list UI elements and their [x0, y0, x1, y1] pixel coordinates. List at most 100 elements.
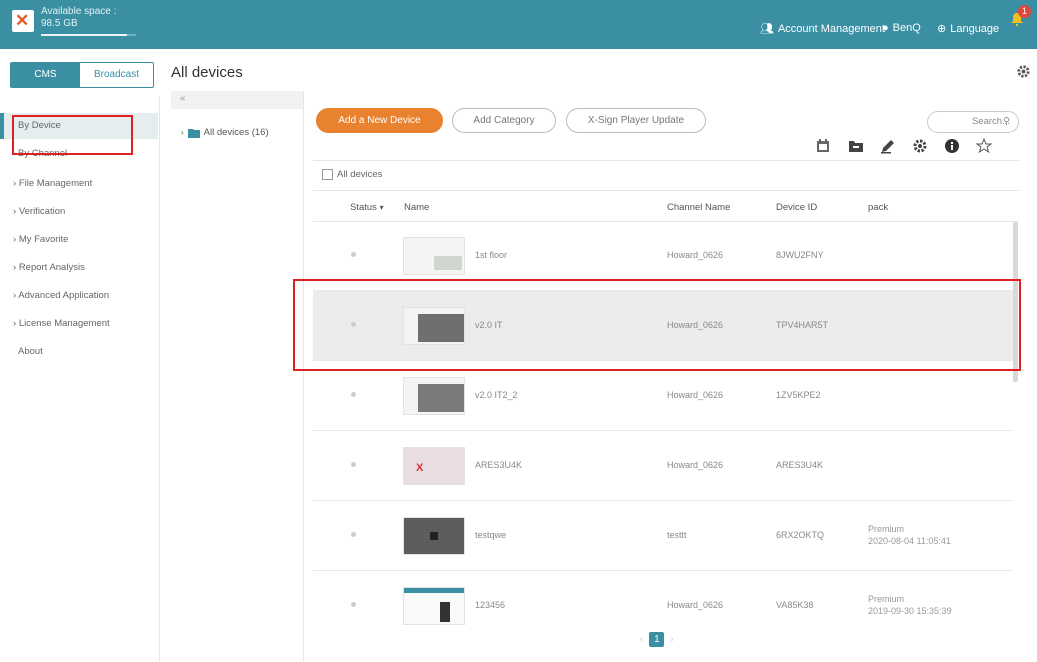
- pack-date: 2019-09-30 15:35:39: [868, 606, 952, 616]
- sidebar-item-label: Advanced Application: [18, 290, 110, 301]
- expand-arrow-icon[interactable]: ›: [181, 128, 184, 137]
- highlight-box-selected-row: [293, 279, 1021, 371]
- status-indicator: [351, 392, 356, 397]
- folder-icon: [187, 128, 200, 138]
- device-name[interactable]: 1st floor: [475, 250, 507, 260]
- channel-name: testtt: [667, 530, 687, 540]
- sidebar-item-license-management[interactable]: › License Management: [13, 318, 110, 329]
- channel-name: Howard_0626: [667, 250, 724, 260]
- search-input[interactable]: Search... ⚲: [927, 111, 1019, 133]
- toolbar-divider: [313, 160, 1019, 161]
- sidebar-item-verification[interactable]: › Verification: [13, 206, 65, 217]
- column-header-channel[interactable]: Channel Name: [667, 202, 730, 213]
- language-label: Language: [950, 22, 1000, 35]
- table-row[interactable]: X ARES3U4K Howard_0626 ARES3U4K: [313, 431, 1013, 501]
- device-id: 8JWU2FNY: [776, 250, 824, 260]
- edit-pencil-icon[interactable]: [880, 138, 896, 154]
- device-name[interactable]: v2.0 IT2_2: [475, 390, 518, 400]
- table-row[interactable]: testqwe testtt 6RX2OKTQ Premium 2020-08-0…: [313, 501, 1013, 571]
- sidebar-item-report-analysis[interactable]: › Report Analysis: [13, 262, 85, 273]
- column-header-status[interactable]: Status ▾: [350, 202, 384, 213]
- pack-info: Premium 2020-08-04 11:05:41: [868, 523, 951, 547]
- user-menu[interactable]: ● BenQ: [882, 22, 921, 34]
- settings-gear-icon[interactable]: [1016, 64, 1031, 79]
- sidebar-item-label: Report Analysis: [18, 262, 85, 273]
- logo-x-icon: ✕: [15, 11, 30, 30]
- tree-item-all-devices[interactable]: › All devices (16): [181, 127, 269, 138]
- status-indicator: [351, 532, 356, 537]
- tree-item-label: All devices (16): [203, 127, 269, 138]
- player-update-button[interactable]: X-Sign Player Update: [566, 108, 706, 133]
- user-name: BenQ: [892, 22, 921, 34]
- globe-icon: ⊕: [937, 23, 947, 35]
- pack-info: Premium 2019-09-30 15:35:39: [868, 593, 952, 617]
- notification-badge: 1: [1018, 5, 1031, 18]
- channel-name: Howard_0626: [667, 460, 724, 470]
- device-thumbnail: [403, 517, 465, 555]
- available-space-value: 98.5 GB: [41, 18, 78, 29]
- device-name[interactable]: 123456: [475, 600, 505, 610]
- sort-down-icon[interactable]: ▾: [380, 203, 384, 212]
- account-management-label: Account Management: [777, 22, 885, 35]
- select-all-devices[interactable]: All devices: [322, 169, 382, 180]
- sidebar-item-file-management[interactable]: › File Management: [13, 178, 92, 189]
- channel-name: Howard_0626: [667, 390, 724, 400]
- column-header-pack[interactable]: pack: [868, 202, 888, 213]
- sidebar-item-my-favorite[interactable]: › My Favorite: [13, 234, 68, 245]
- sidebar-item-about[interactable]: About: [18, 346, 43, 357]
- add-category-button[interactable]: Add Category: [452, 108, 556, 133]
- calendar-icon[interactable]: [815, 138, 831, 154]
- highlight-box-by-device: [12, 115, 133, 155]
- users-icon: 👥︎: [760, 23, 774, 35]
- page-title: All devices: [171, 64, 243, 81]
- account-management-link[interactable]: 👥︎ Account Management: [760, 22, 885, 36]
- page-1-button[interactable]: 1: [649, 632, 665, 647]
- available-space-label: Available space :: [41, 6, 117, 17]
- collapse-tree-button[interactable]: «: [171, 91, 303, 109]
- app-logo[interactable]: ✕: [12, 10, 34, 32]
- pack-date: 2020-08-04 11:05:41: [868, 536, 951, 546]
- sidebar-item-label: File Management: [18, 178, 93, 189]
- sidebar-item-label: Verification: [18, 206, 66, 217]
- broadcast-tab[interactable]: Broadcast: [82, 65, 151, 85]
- cms-tab[interactable]: CMS: [11, 63, 80, 87]
- previous-page-button[interactable]: ‹: [640, 634, 643, 645]
- device-id: ARES3U4K: [776, 460, 824, 470]
- device-thumbnail: X: [403, 447, 465, 485]
- channel-name: Howard_0626: [667, 600, 724, 610]
- star-icon[interactable]: [976, 138, 992, 154]
- device-thumbnail: [403, 377, 465, 415]
- sidebar-item-advanced-application[interactable]: › Advanced Application: [13, 290, 109, 301]
- settings-icon[interactable]: [912, 138, 928, 154]
- device-name[interactable]: testqwe: [475, 530, 506, 540]
- device-name[interactable]: ARES3U4K: [475, 460, 522, 470]
- pack-name: Premium: [868, 594, 905, 604]
- user-icon: ●: [882, 22, 889, 34]
- table-row[interactable]: v2.0 IT2_2 Howard_0626 1ZV5KPE2: [313, 361, 1013, 431]
- next-page-button[interactable]: ›: [670, 634, 673, 645]
- table-row[interactable]: 123456 Howard_0626 VA85K38 Premium 2019-0…: [313, 571, 1013, 641]
- select-all-label: All devices: [337, 169, 383, 180]
- storage-usage-bar: [41, 34, 136, 36]
- status-indicator: [351, 602, 356, 607]
- add-new-device-button[interactable]: Add a New Device: [316, 108, 443, 133]
- column-header-device-id[interactable]: Device ID: [776, 202, 817, 213]
- status-header-label: Status: [350, 202, 377, 213]
- category-tree-panel: « › All devices (16): [171, 91, 304, 662]
- sidebar-item-label: My Favorite: [18, 234, 69, 245]
- column-header-name[interactable]: Name: [404, 202, 429, 213]
- sidebar-item-label: License Management: [18, 318, 110, 329]
- info-icon[interactable]: [944, 138, 960, 154]
- mode-switch: CMS Broadcast: [10, 62, 154, 88]
- folder-move-icon[interactable]: [848, 138, 864, 154]
- device-thumbnail: [403, 237, 465, 275]
- status-indicator: [351, 462, 356, 467]
- status-indicator: [351, 252, 356, 257]
- select-all-checkbox[interactable]: [322, 169, 333, 180]
- device-id: 1ZV5KPE2: [776, 390, 821, 400]
- search-icon[interactable]: ⚲: [1003, 112, 1010, 132]
- top-bar: ✕ Available space : 98.5 GB 👥︎ Account M…: [0, 0, 1037, 49]
- language-menu[interactable]: ⊕ Language: [937, 22, 1000, 36]
- pack-name: Premium: [868, 524, 905, 534]
- device-thumbnail: [403, 587, 465, 625]
